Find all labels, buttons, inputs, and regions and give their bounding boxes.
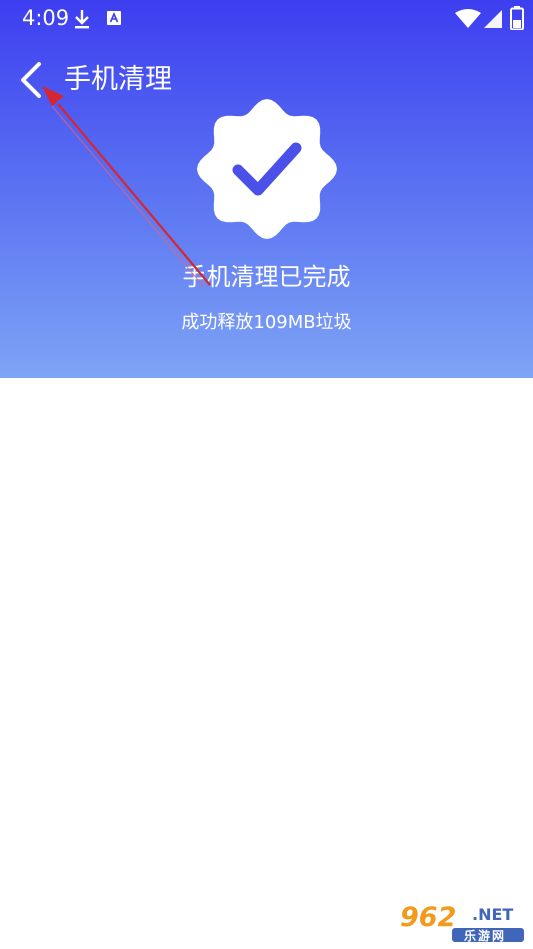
wifi-icon bbox=[455, 9, 481, 28]
page-title: 手机清理 bbox=[64, 64, 172, 95]
verified-check-badge-icon bbox=[197, 99, 337, 239]
a-badge-icon bbox=[107, 11, 121, 25]
freed-space-subtitle: 成功释放109MB垃圾 bbox=[181, 312, 352, 333]
watermark-brand: 962 bbox=[400, 902, 457, 933]
back-button[interactable] bbox=[14, 58, 54, 102]
status-time: 4:09 bbox=[22, 6, 70, 30]
status-bar: 4:09 bbox=[0, 0, 533, 36]
watermark-site-name: 乐游网 bbox=[464, 929, 507, 943]
watermark-logo: 962 .NET 乐游网 bbox=[394, 900, 528, 944]
chevron-left-icon bbox=[21, 62, 41, 98]
cleanup-complete-title: 手机清理已完成 bbox=[182, 263, 351, 291]
signal-icon bbox=[484, 10, 502, 28]
download-icon bbox=[75, 10, 89, 29]
watermark-suffix: .NET bbox=[472, 905, 514, 924]
battery-icon bbox=[510, 6, 524, 30]
